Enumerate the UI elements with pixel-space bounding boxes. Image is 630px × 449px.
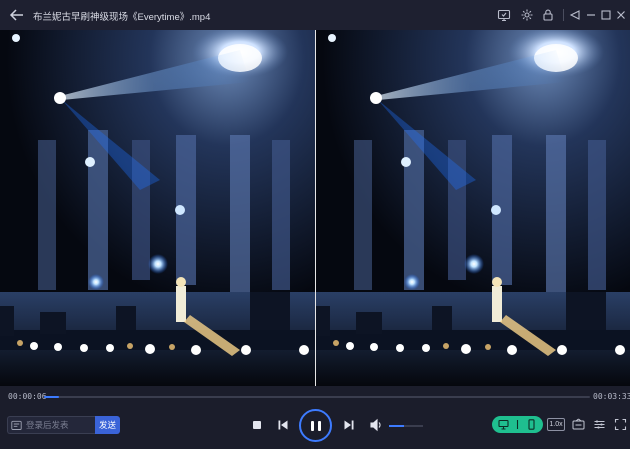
total-time: 00:03:33 [593, 392, 630, 401]
compare-mode-toggle[interactable] [492, 416, 543, 433]
danmaku-input-box [7, 416, 95, 434]
send-button[interactable]: 发送 [95, 416, 120, 434]
back-arrow-icon[interactable] [8, 6, 26, 24]
titlebar-separator [563, 9, 564, 21]
lock-icon[interactable] [541, 8, 555, 22]
progress-row: 00:00:06 00:03:33 [0, 386, 630, 408]
current-time: 00:00:06 [8, 392, 47, 401]
title-bar: 布兰妮古早刷神级现场《Everytime》.mp4 [0, 0, 630, 30]
danmaku-toggle-icon[interactable] [11, 420, 22, 431]
previous-icon[interactable] [277, 419, 289, 431]
split-icon [516, 420, 519, 429]
maximize-icon[interactable] [599, 8, 613, 22]
pin-icon[interactable] [568, 8, 582, 22]
desktop-icon [498, 419, 509, 430]
close-icon[interactable] [614, 8, 628, 22]
minimize-icon[interactable] [584, 8, 598, 22]
danmaku-input[interactable] [26, 417, 94, 433]
volume-fill [389, 425, 405, 427]
volume-slider[interactable] [389, 425, 423, 427]
control-bar: 发送 1.0x [0, 408, 630, 449]
pause-icon [311, 421, 314, 431]
video-frame-original [0, 30, 315, 386]
window-title: 布兰妮古早刷神级现场《Everytime》.mp4 [33, 12, 211, 23]
fullscreen-icon[interactable] [614, 418, 627, 431]
video-compare-area[interactable] [0, 30, 630, 386]
speed-button[interactable]: 1.0x [547, 418, 565, 431]
mobile-icon [528, 419, 535, 430]
play-pause-button[interactable] [299, 409, 332, 442]
settings-icon[interactable] [520, 8, 534, 22]
subtitle-icon[interactable] [572, 418, 585, 431]
progress-fill [44, 396, 60, 398]
next-icon[interactable] [343, 419, 355, 431]
adjust-icon[interactable] [593, 418, 606, 431]
volume-icon[interactable] [369, 418, 383, 432]
progress-bar[interactable] [44, 396, 590, 398]
video-frame-enhanced [316, 30, 630, 386]
screenshot-icon[interactable] [497, 8, 511, 22]
stop-icon[interactable] [252, 420, 262, 430]
